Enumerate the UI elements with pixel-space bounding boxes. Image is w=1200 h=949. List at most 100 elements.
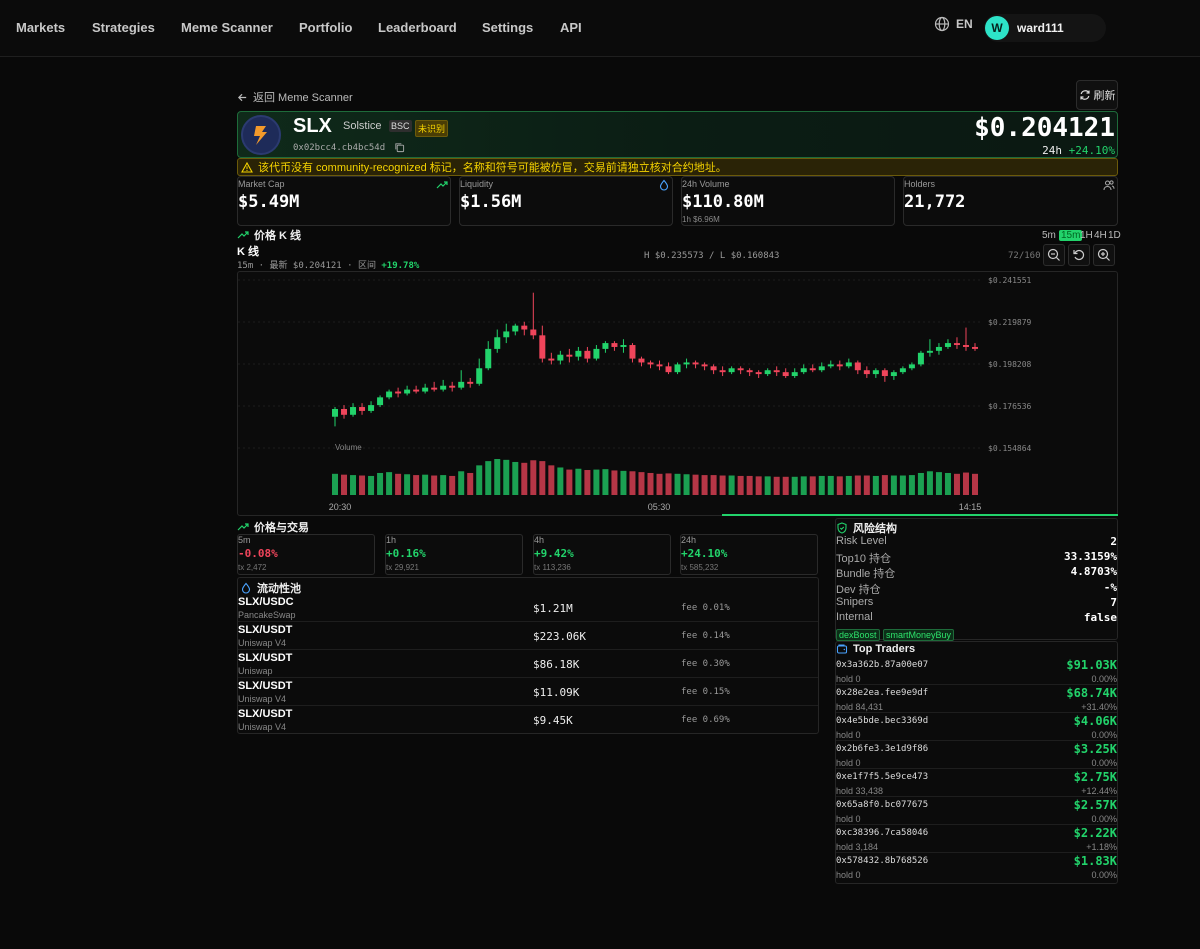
risk-row: Snipers 7 (836, 596, 1117, 611)
candle-body (872, 370, 879, 375)
trader-pnl: $2.57K (1073, 798, 1117, 812)
trader-row[interactable]: 0x28e2ea.fee9e9df $68.74K hold 84,431 +31.4… (836, 685, 1117, 713)
volume-bar (467, 472, 474, 495)
candle-body (944, 343, 951, 347)
zoom-in-icon (1097, 248, 1110, 261)
candle-body (440, 385, 447, 390)
trader-pct: 0.00% (1091, 730, 1117, 740)
timeframe-4h[interactable]: 4H (1094, 230, 1107, 241)
candle-body (692, 362, 699, 365)
nav-markets[interactable]: Markets (16, 20, 65, 35)
timeframe-15m[interactable]: 15m (1059, 230, 1083, 241)
trader-row[interactable]: 0x65a8f0.bc077675 $2.57K hold 0 0.00% (836, 797, 1117, 825)
top-nav: Markets Strategies Meme Scanner Portfoli… (0, 0, 1200, 57)
back-link[interactable]: 返回 Meme Scanner (237, 89, 353, 105)
trend-up-icon (237, 523, 249, 531)
candle-body (395, 391, 402, 394)
zoom-out-button[interactable] (1043, 244, 1065, 266)
timeframe-1d[interactable]: 1D (1108, 230, 1121, 241)
volume-bar (719, 475, 726, 495)
users-icon (1103, 180, 1115, 191)
candlestick-chart[interactable]: $0.241551 $0.219879 $0.198208 $0.176536 $0.1… (237, 271, 1118, 516)
candle-body (818, 366, 825, 371)
volume-bar (548, 465, 555, 495)
trader-row[interactable]: 0x578432.8b768526 $1.83K hold 0 0.00% (836, 853, 1117, 881)
volume-bar (512, 461, 519, 495)
candle-body (431, 387, 438, 390)
candle-body (467, 381, 474, 384)
language-switcher[interactable]: EN (934, 16, 973, 32)
zoom-in-button[interactable] (1093, 244, 1115, 266)
volume-bar (386, 472, 393, 495)
token-price: $0.204121 (974, 113, 1115, 143)
volume-bar (800, 476, 807, 495)
volume-bar (845, 475, 852, 495)
timeframe-5m[interactable]: 5m (1042, 230, 1056, 241)
pool-pair: SLX/USDT (238, 624, 293, 636)
volume-bar (737, 475, 744, 495)
period-tx: tx 29,921 (386, 563, 419, 572)
trader-address: 0x4e5bde.bec3369d (836, 716, 929, 726)
pool-row[interactable]: SLX/USDC PancakeSwap $1.21M fee 0.01% (238, 594, 818, 622)
volume-bar (755, 476, 762, 495)
risk-value: -% (1103, 581, 1117, 594)
refresh-button[interactable]: 刷新 (1076, 80, 1118, 110)
pool-row[interactable]: SLX/USDT Uniswap V4 $9.45K fee 0.69% (238, 706, 818, 734)
x-tick-label: 20:30 (329, 502, 352, 512)
risk-row: Risk Level 2 (836, 535, 1117, 550)
candle-body (386, 391, 393, 398)
candle-body (683, 362, 690, 365)
nav-strategies[interactable]: Strategies (92, 20, 155, 35)
price-change-cell: 1h +0.16% tx 29,921 (385, 534, 523, 575)
trader-address: 0xe1f7f5.5e9ce473 (836, 772, 929, 782)
volume-bar (890, 475, 897, 495)
trader-pnl: $4.06K (1073, 714, 1117, 728)
pool-row[interactable]: SLX/USDT Uniswap V4 $11.09K fee 0.15% (238, 678, 818, 706)
volume-bar (602, 469, 609, 495)
nav-settings[interactable]: Settings (482, 20, 533, 35)
volume-bar (440, 475, 447, 495)
volume-bar (809, 476, 816, 495)
nav-portfolio[interactable]: Portfolio (299, 20, 352, 35)
trader-row[interactable]: 0xe1f7f5.5e9ce473 $2.75K hold 33,438 +12.44… (836, 769, 1117, 797)
pool-row[interactable]: SLX/USDT Uniswap V4 $223.06K fee 0.14% (238, 622, 818, 650)
candle-body (836, 364, 843, 367)
risk-key: Top10 持仓 (836, 553, 892, 565)
trader-row[interactable]: 0x3a362b.87a00e07 $91.03K hold 0 0.00% (836, 657, 1117, 685)
volume-bar (611, 470, 618, 495)
chart-scroll-indicator[interactable] (722, 514, 1118, 516)
username: ward111 (1017, 21, 1064, 35)
nav-leaderboard[interactable]: Leaderboard (378, 20, 457, 35)
stat-value: $110.80M (682, 192, 764, 212)
risk-key: Dev 持仓 (836, 584, 881, 596)
pool-row[interactable]: SLX/USDT Uniswap $86.18K fee 0.30% (238, 650, 818, 678)
trader-pct: +1.18% (1086, 842, 1117, 852)
trader-row[interactable]: 0x4e5bde.bec3369d $4.06K hold 0 0.00% (836, 713, 1117, 741)
candle-body (809, 368, 816, 371)
trader-row[interactable]: 0xc38396.7ca58046 $2.22K hold 3,184 +1.18% (836, 825, 1117, 853)
pool-pair: SLX/USDT (238, 652, 293, 664)
trader-pct: 0.00% (1091, 814, 1117, 824)
volume-bar (872, 475, 879, 495)
volume-bar (764, 476, 771, 495)
timeframe-1h[interactable]: 1H (1080, 230, 1093, 241)
volume-bar (953, 473, 960, 495)
user-menu[interactable]: W ward111 (984, 14, 1106, 42)
reset-zoom-button[interactable] (1068, 244, 1090, 266)
pool-dex: PancakeSwap (238, 610, 296, 620)
nav-api[interactable]: API (560, 20, 582, 35)
candle-body (827, 364, 834, 367)
period-change: +24.10% (681, 547, 728, 560)
candle-body (350, 407, 357, 415)
stat-market-cap: Market Cap $5.49M (237, 176, 451, 226)
kline-title: K 线 (237, 246, 259, 258)
candlestick-svg[interactable]: $0.241551 $0.219879 $0.198208 $0.176536 $0.1… (238, 272, 1117, 515)
risk-value: 2 (1110, 535, 1117, 548)
candle-body (584, 350, 591, 359)
x-tick-label: 05:30 (648, 502, 671, 512)
stat-value: $5.49M (238, 192, 300, 212)
copy-icon[interactable] (394, 142, 405, 153)
pool-fee: fee 0.15% (681, 687, 730, 697)
nav-meme-scanner[interactable]: Meme Scanner (181, 20, 273, 35)
trader-row[interactable]: 0x2b6fe3.3e1d9f86 $3.25K hold 0 0.00% (836, 741, 1117, 769)
